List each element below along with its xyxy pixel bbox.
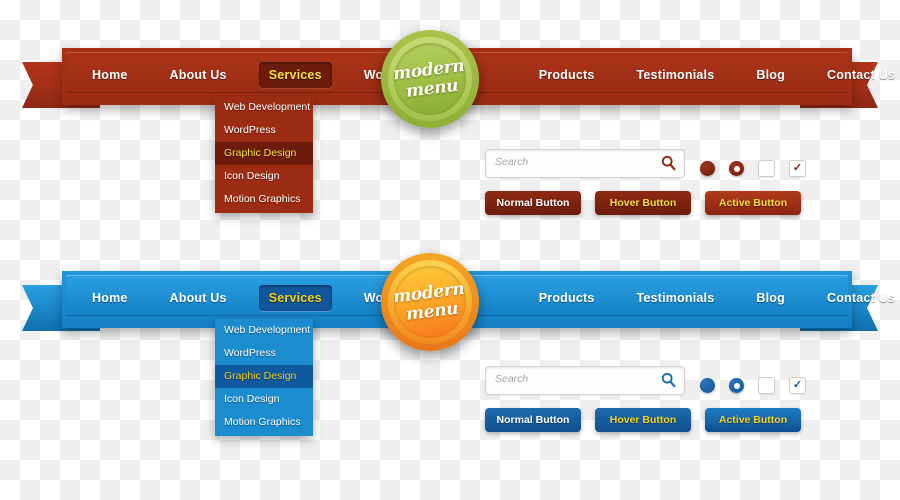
normal-button-blue[interactable]: Normal Button xyxy=(485,408,581,432)
checkbox-checked[interactable]: ✓ xyxy=(789,160,806,177)
dropdown-item-graphic-design-blue[interactable]: Graphic Design xyxy=(215,365,313,388)
nav-item-home-blue[interactable]: Home xyxy=(82,285,138,311)
form-controls-group-blue: ✓ xyxy=(700,377,806,394)
nav-item-contact-us-blue[interactable]: Contact Us xyxy=(817,285,900,311)
dropdown-item-web-development[interactable]: Web Development xyxy=(215,96,313,119)
badge-face: modern menu xyxy=(392,43,466,115)
dropdown-item-web-development-blue[interactable]: Web Development xyxy=(215,319,313,342)
services-dropdown: Web Development WordPress Graphic Design… xyxy=(215,96,313,213)
nav-item-blog-blue[interactable]: Blog xyxy=(746,285,795,311)
dropdown-item-icon-design-blue[interactable]: Icon Design xyxy=(215,388,313,411)
active-button-blue[interactable]: Active Button xyxy=(705,408,801,432)
checkbox-unchecked[interactable] xyxy=(758,160,775,177)
search-input[interactable]: Search xyxy=(485,149,685,178)
dropdown-item-wordpress[interactable]: WordPress xyxy=(215,119,313,142)
dropdown-item-motion-graphics-blue[interactable]: Motion Graphics xyxy=(215,411,313,434)
nav-item-home[interactable]: Home xyxy=(82,62,138,88)
nav-item-products[interactable]: Products xyxy=(529,62,605,88)
checkbox-unchecked-blue[interactable] xyxy=(758,377,775,394)
hover-button-blue[interactable]: Hover Button xyxy=(595,408,691,432)
buttons-row-blue: Normal Button Hover Button Active Button xyxy=(485,408,801,432)
nav-item-testimonials-blue[interactable]: Testimonials xyxy=(627,285,725,311)
badge-face-blue: modern menu xyxy=(392,266,466,338)
check-icon-blue: ✓ xyxy=(792,379,803,391)
nav-item-services[interactable]: Services xyxy=(258,61,332,88)
services-dropdown-blue: Web Development WordPress Graphic Design… xyxy=(215,319,313,436)
nav-item-contact-us[interactable]: Contact Us xyxy=(817,62,900,88)
normal-button[interactable]: Normal Button xyxy=(485,191,581,215)
dropdown-item-motion-graphics[interactable]: Motion Graphics xyxy=(215,188,313,211)
active-button[interactable]: Active Button xyxy=(705,191,801,215)
buttons-row: Normal Button Hover Button Active Button xyxy=(485,191,801,215)
dropdown-item-wordpress-blue[interactable]: WordPress xyxy=(215,342,313,365)
ui-kit-canvas: Home About Us Services Works Products Te… xyxy=(0,0,900,500)
dropdown-item-icon-design[interactable]: Icon Design xyxy=(215,165,313,188)
search-icon-blue[interactable] xyxy=(661,372,676,393)
nav-item-about-us-blue[interactable]: About Us xyxy=(160,285,237,311)
search-placeholder-blue: Search xyxy=(495,373,529,385)
nav-item-testimonials[interactable]: Testimonials xyxy=(627,62,725,88)
nav-item-blog[interactable]: Blog xyxy=(746,62,795,88)
radio-ring[interactable] xyxy=(729,161,744,176)
hover-button[interactable]: Hover Button xyxy=(595,191,691,215)
checkbox-checked-blue[interactable]: ✓ xyxy=(789,377,806,394)
nav-item-about-us[interactable]: About Us xyxy=(160,62,237,88)
check-icon: ✓ xyxy=(792,162,803,174)
search-icon[interactable] xyxy=(661,155,676,176)
nav-item-services-blue[interactable]: Services xyxy=(258,284,332,311)
form-controls-group: ✓ xyxy=(700,160,806,177)
modern-menu-badge-blue[interactable]: modern menu xyxy=(381,253,479,351)
dropdown-item-graphic-design[interactable]: Graphic Design xyxy=(215,142,313,165)
radio-filled-blue[interactable] xyxy=(700,378,715,393)
radio-filled[interactable] xyxy=(700,161,715,176)
modern-menu-badge[interactable]: modern menu xyxy=(381,30,479,128)
search-placeholder: Search xyxy=(495,156,529,168)
nav-item-products-blue[interactable]: Products xyxy=(529,285,605,311)
search-input-blue[interactable]: Search xyxy=(485,366,685,395)
radio-ring-blue[interactable] xyxy=(729,378,744,393)
